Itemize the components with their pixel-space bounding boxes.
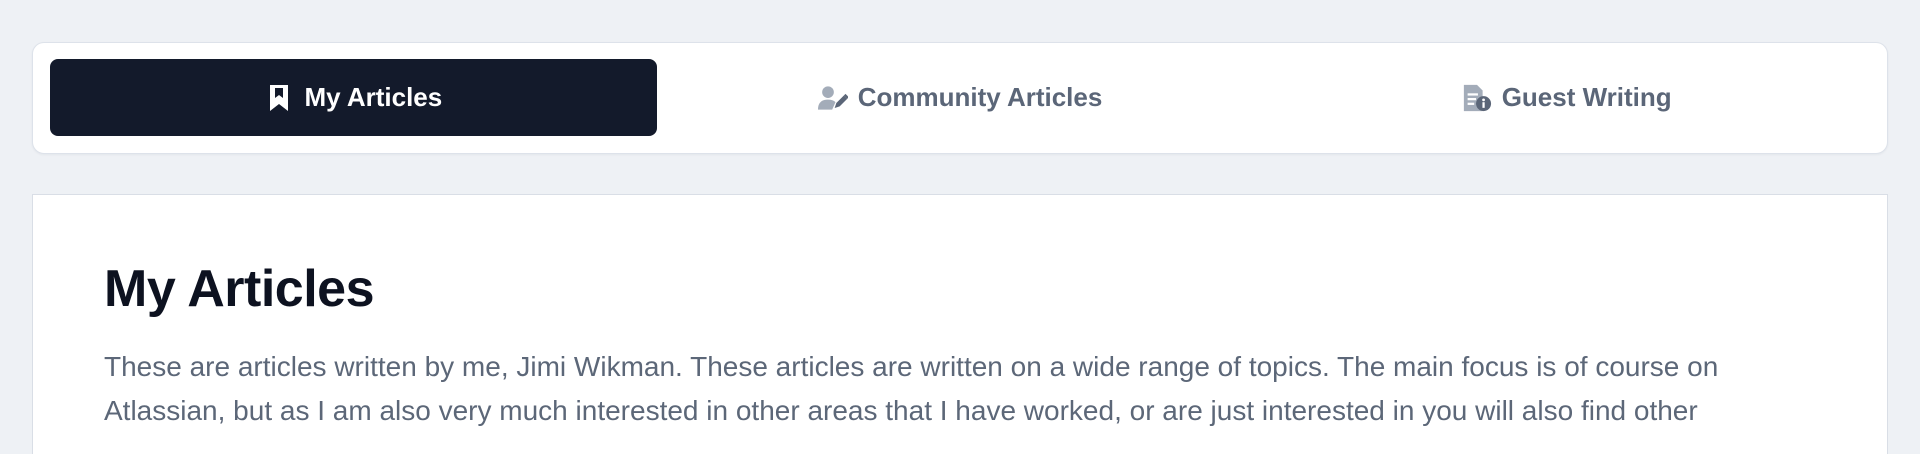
tab-label: Community Articles [857, 82, 1103, 112]
bookmark-icon [264, 83, 294, 113]
tab-community-articles[interactable]: Community Articles [657, 59, 1264, 136]
tab-label: Guest Writing [1501, 82, 1672, 112]
page-title: My Articles [104, 260, 375, 318]
page-description: These are articles written by me, Jimi W… [104, 351, 1719, 426]
my-articles-panel: My Articles These are articles written b… [32, 194, 1888, 454]
document-info-icon [1462, 83, 1492, 113]
tab-label: My Articles [304, 82, 443, 112]
tab-guest-writing[interactable]: Guest Writing [1263, 59, 1870, 136]
article-tab-bar: My Articles Community Articles Guest Wri… [32, 42, 1888, 154]
user-pen-icon [817, 83, 848, 113]
tab-my-articles[interactable]: My Articles [50, 59, 657, 136]
